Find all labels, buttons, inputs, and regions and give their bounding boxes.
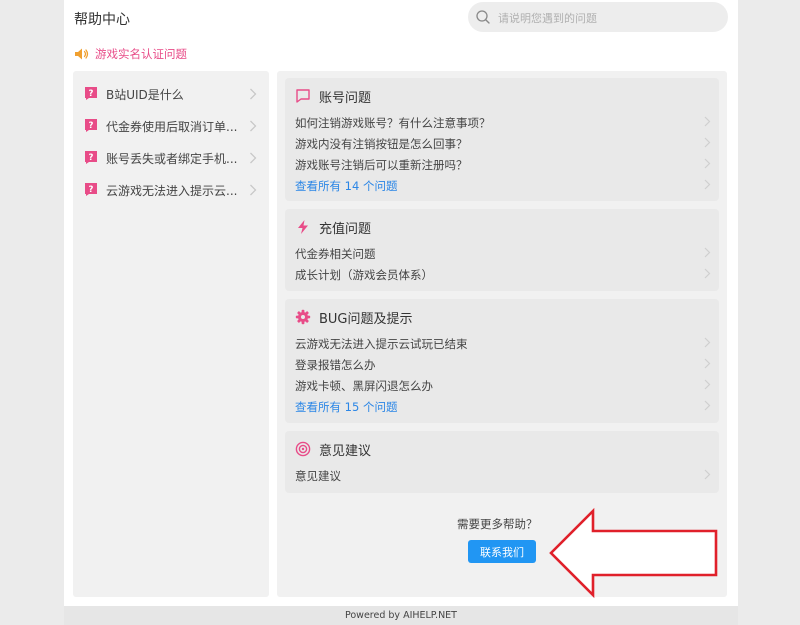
svg-text:?: ? [89,153,94,163]
chevron-right-icon [250,184,257,196]
category-title: 充值问题 [319,221,372,237]
question-link[interactable]: 成长计划（游戏会员体系） [295,264,711,285]
svg-text:?: ? [89,121,94,131]
chevron-right-icon [704,179,711,190]
chevron-right-icon [250,152,257,164]
view-all-link[interactable]: 查看所有 15 个问题 [295,396,711,417]
search-input[interactable] [496,2,720,34]
question-link[interactable]: 游戏卡顿、黑屏闪退怎么办 [295,375,711,396]
category-header[interactable]: 充值问题 [295,217,371,237]
category-title: 账号问题 [319,90,372,106]
svg-text:?: ? [89,185,94,195]
question-text: 如何注销游戏账号？有什么注意事项？ [295,116,491,130]
question-icon: ? [85,119,97,132]
chevron-right-icon [704,400,711,411]
question-link[interactable]: 游戏内没有注销按钮是怎么回事？ [295,133,711,154]
chevron-right-icon [704,337,711,348]
search-icon [476,10,490,24]
category-title: BUG问题及提示 [319,311,413,327]
chevron-right-icon [250,88,257,100]
question-text: 代金券相关问题 [295,247,376,261]
view-all-text: 查看所有 14 个问题 [295,179,398,193]
sidebar-item-label: 云游戏无法进入提示云... [106,184,238,198]
chevron-right-icon [704,469,711,480]
view-all-text: 查看所有 15 个问题 [295,400,398,414]
svg-text:?: ? [89,89,94,99]
chevron-right-icon [250,120,257,132]
category-card-recharge: 充值问题 代金券相关问题 成长计划（游戏会员体系） [285,209,719,291]
chevron-right-icon [704,116,711,127]
red-arrow-annotation [549,507,718,599]
question-link[interactable]: 登录报错怎么办 [295,354,711,375]
category-header[interactable]: BUG问题及提示 [295,307,413,327]
contact-us-button[interactable]: 联系我们 [468,540,536,563]
sidebar-item[interactable]: ? 账号丢失或者绑定手机... [73,142,269,174]
footer: Powered by AIHELP.NET [64,606,738,625]
page-title: 帮助中心 [74,12,130,28]
chevron-right-icon [704,158,711,169]
question-text: 意见建议 [295,469,341,483]
category-header[interactable]: 账号问题 [295,86,371,106]
sidebar-item-label: 账号丢失或者绑定手机... [106,152,238,166]
speaker-icon [75,48,89,60]
category-card-bug: BUG问题及提示 云游戏无法进入提示云试玩已结束 登录报错怎么办 游戏卡顿、黑屏… [285,299,719,423]
question-text: 游戏账号注销后可以重新注册吗？ [295,158,468,172]
question-text: 游戏卡顿、黑屏闪退怎么办 [295,379,433,393]
chevron-right-icon [704,137,711,148]
question-link[interactable]: 如何注销游戏账号？有什么注意事项？ [295,112,711,133]
question-icon: ? [85,87,97,100]
lightning-icon [298,220,308,234]
view-all-link[interactable]: 查看所有 14 个问题 [295,175,711,196]
sidebar-item[interactable]: ? 代金券使用后取消订单... [73,110,269,142]
question-text: 游戏内没有注销按钮是怎么回事？ [295,137,468,151]
gear-icon [295,309,311,325]
help-center-page: 帮助中心 游戏实名认证问题 ? B站UID是什么 ? [64,0,738,625]
category-card-feedback: 意见建议 意见建议 [285,431,719,493]
flag-icon [296,89,310,103]
question-text: 云游戏无法进入提示云试玩已结束 [295,337,468,351]
sidebar-item-label: 代金券使用后取消订单... [106,120,238,134]
search-bar[interactable] [468,2,728,34]
more-help-text: 需要更多帮助？ [457,517,538,531]
question-icon: ? [85,183,97,196]
sidebar-item[interactable]: ? 云游戏无法进入提示云... [73,174,269,206]
question-icon: ? [85,151,97,164]
notice-link[interactable]: 游戏实名认证问题 [74,46,187,62]
category-card-account: 账号问题 如何注销游戏账号？有什么注意事项？ 游戏内没有注销按钮是怎么回事？ 游… [285,78,719,201]
chevron-right-icon [704,247,711,258]
sidebar-item[interactable]: ? B站UID是什么 [73,78,269,110]
sidebar-item-label: B站UID是什么 [106,88,184,102]
question-text: 登录报错怎么办 [295,358,376,372]
category-title: 意见建议 [319,443,372,459]
chevron-right-icon [704,268,711,279]
question-link[interactable]: 代金券相关问题 [295,243,711,264]
question-link[interactable]: 游戏账号注销后可以重新注册吗？ [295,154,711,175]
target-icon [295,441,311,457]
hot-questions-sidebar: ? B站UID是什么 ? 代金券使用后取消订单... ? 账号丢失或者绑定手机.… [73,71,269,597]
category-header[interactable]: 意见建议 [295,439,371,459]
question-link[interactable]: 意见建议 [295,465,711,486]
chevron-right-icon [704,379,711,390]
question-link[interactable]: 云游戏无法进入提示云试玩已结束 [295,333,711,354]
question-text: 成长计划（游戏会员体系） [295,268,433,282]
chevron-right-icon [704,358,711,369]
notice-text: 游戏实名认证问题 [95,47,187,61]
